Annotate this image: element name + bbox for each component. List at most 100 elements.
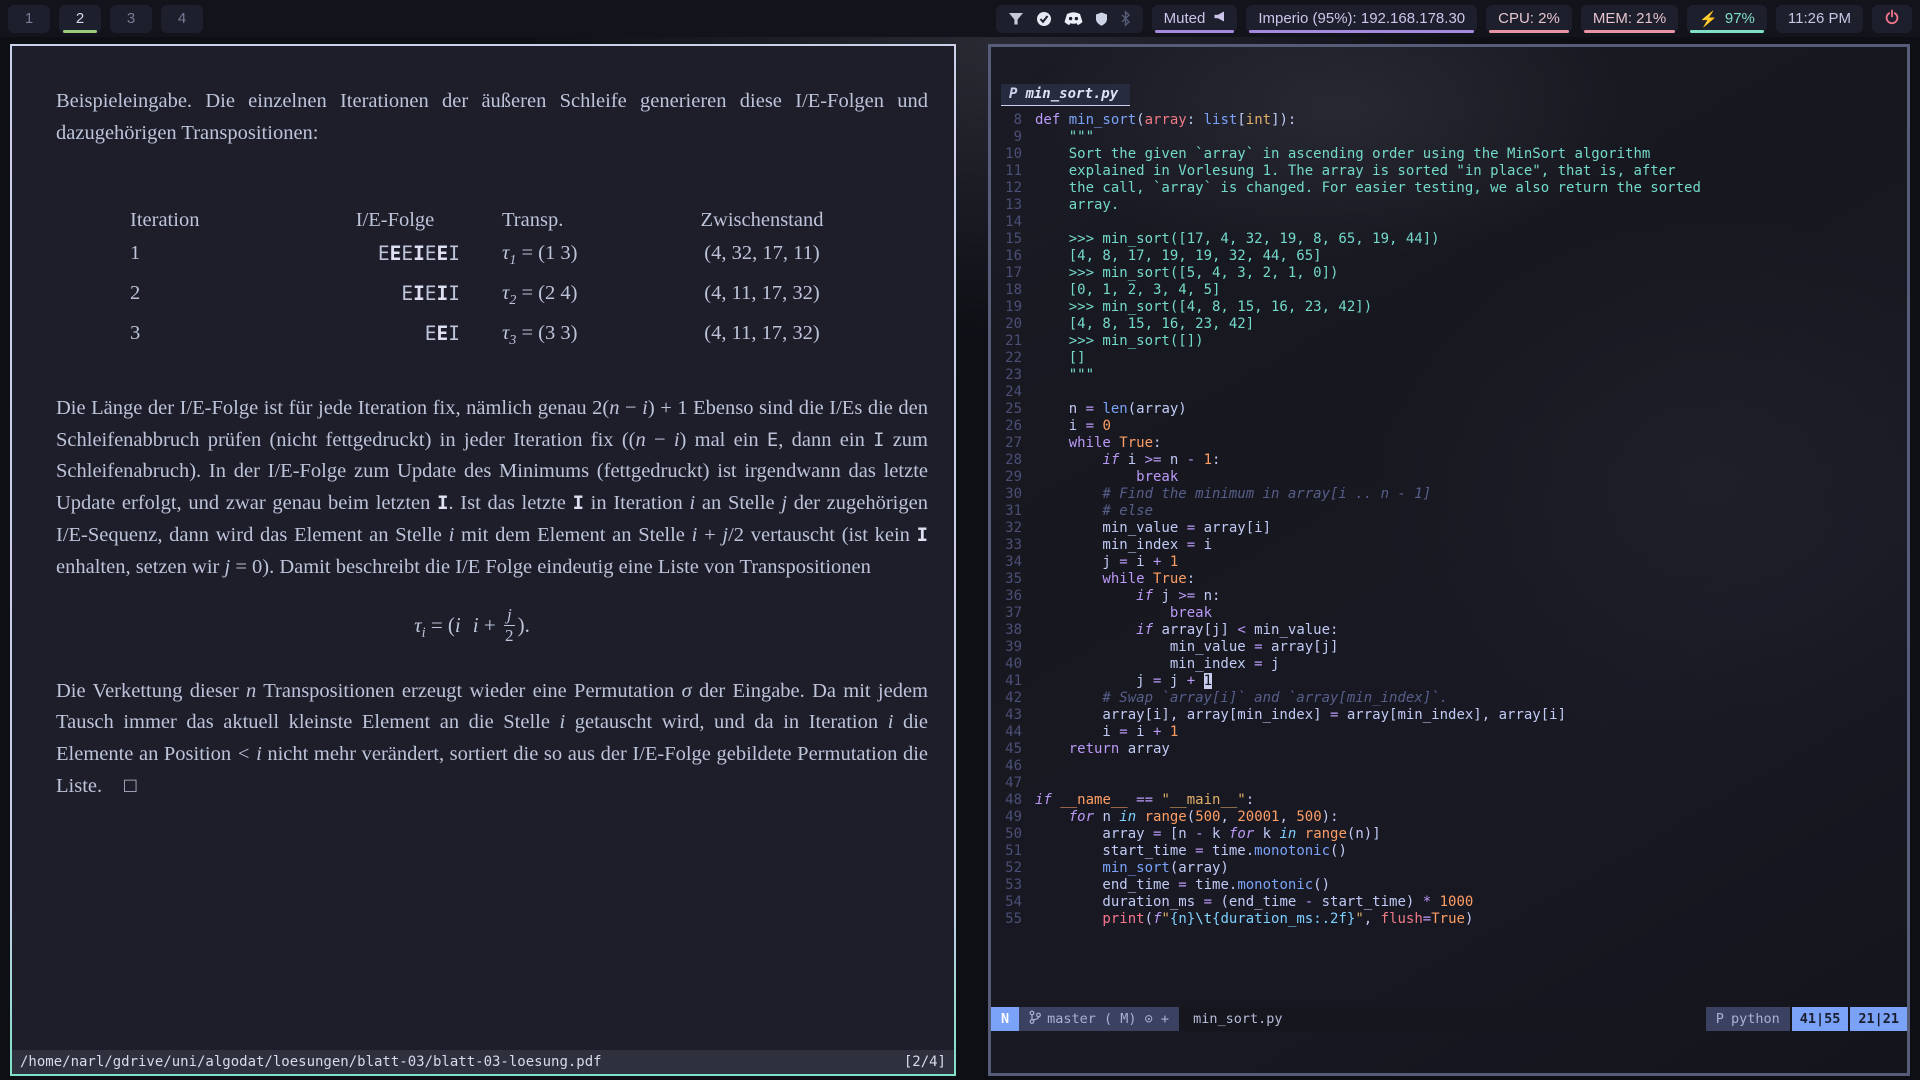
table-row: 3EEIτ3 = (3 3)(4, 11, 17, 32) [130, 317, 928, 357]
line-number: 41 [991, 673, 1035, 690]
code-line[interactable]: 45 return array [991, 741, 1907, 758]
clock-label: 11:26 PM [1788, 10, 1851, 27]
col-header-zwischenstand: Zwischenstand [642, 204, 882, 237]
code-line[interactable]: 21 >>> min_sort([]) [991, 333, 1907, 350]
cursor-line-indicator: 41|55 [1792, 1007, 1849, 1031]
code-line[interactable]: 31 # else [991, 503, 1907, 520]
code-line[interactable]: 36 if j >= n: [991, 588, 1907, 605]
code-line[interactable]: 47 [991, 775, 1907, 792]
vpn-label: Imperio (95%): 192.168.178.30 [1258, 10, 1465, 27]
code-area[interactable]: 8def min_sort(array: list[int]):9 """10 … [991, 109, 1907, 1007]
code-line[interactable]: 24 [991, 384, 1907, 401]
code-line[interactable]: 33 min_index = i [991, 537, 1907, 554]
line-number: 49 [991, 809, 1035, 826]
workspace-2[interactable]: 2 [59, 5, 101, 33]
code-line[interactable]: 37 break [991, 605, 1907, 622]
code-line[interactable]: 41 j = j + 1 [991, 673, 1907, 690]
code-line[interactable]: 35 while True: [991, 571, 1907, 588]
module-underline [1690, 30, 1764, 33]
statusline-filename: min_sort.py [1179, 1011, 1296, 1027]
line-number: 33 [991, 537, 1035, 554]
pdf-page[interactable]: Beispieleingabe. Die einzelnen Iteration… [12, 46, 954, 1050]
code-line[interactable]: 17 >>> min_sort([5, 4, 3, 2, 1, 0]) [991, 265, 1907, 282]
workspace-4[interactable]: 4 [161, 5, 203, 33]
tab-min-sort-py[interactable]: Pmin_sort.py [1001, 84, 1130, 106]
line-number: 14 [991, 214, 1035, 231]
code-line[interactable]: 46 [991, 758, 1907, 775]
check-circle-icon[interactable] [1036, 11, 1052, 27]
code-line[interactable]: 38 if array[j] < min_value: [991, 622, 1907, 639]
memory-module[interactable]: MEM: 21% [1581, 5, 1678, 33]
code-line[interactable]: 39 min_value = array[j] [991, 639, 1907, 656]
discord-icon[interactable] [1064, 11, 1083, 26]
workspace-3[interactable]: 3 [110, 5, 152, 33]
line-number: 15 [991, 231, 1035, 248]
line-number: 18 [991, 282, 1035, 299]
code-line[interactable]: 19 >>> min_sort([4, 8, 15, 16, 23, 42]) [991, 299, 1907, 316]
module-underline [1489, 30, 1569, 33]
volume-module[interactable]: Muted [1152, 5, 1238, 33]
code-line[interactable]: 52 min_sort(array) [991, 860, 1907, 877]
code-line[interactable]: 54 duration_ms = (end_time - start_time)… [991, 894, 1907, 911]
code-line[interactable]: 12 the call, `array` is changed. For eas… [991, 180, 1907, 197]
col-header-iteration: Iteration [130, 204, 330, 237]
code-line[interactable]: 18 [0, 1, 2, 3, 4, 5] [991, 282, 1907, 299]
code-line[interactable]: 20 [4, 8, 15, 16, 23, 42] [991, 316, 1907, 333]
pdf-viewer-window: Beispieleingabe. Die einzelnen Iteration… [10, 44, 956, 1076]
code-line[interactable]: 49 for n in range(500, 20001, 500): [991, 809, 1907, 826]
code-line[interactable]: 55 print(f"{n}\t{duration_ms:.2f}", flus… [991, 911, 1907, 928]
line-number: 13 [991, 197, 1035, 214]
clock-module[interactable]: 11:26 PM [1776, 5, 1863, 33]
code-line[interactable]: 44 i = i + 1 [991, 724, 1907, 741]
funnel-icon[interactable] [1008, 11, 1024, 26]
lightning-icon: ⚡ [1699, 10, 1718, 28]
pdf-paragraph-2: Die Länge der I/E-Folge ist für jede Ite… [56, 393, 928, 584]
line-number: 51 [991, 843, 1035, 860]
code-line[interactable]: 9 """ [991, 129, 1907, 146]
code-line[interactable]: 15 >>> min_sort([17, 4, 32, 19, 8, 65, 1… [991, 231, 1907, 248]
vpn-module[interactable]: Imperio (95%): 192.168.178.30 [1246, 5, 1477, 33]
module-underline [1584, 30, 1675, 33]
code-line[interactable]: 10 Sort the given `array` in ascending o… [991, 146, 1907, 163]
line-number: 24 [991, 384, 1035, 401]
code-line[interactable]: 40 min_index = j [991, 656, 1907, 673]
power-button[interactable] [1872, 5, 1912, 33]
muted-speaker-icon [1212, 10, 1225, 27]
code-line[interactable]: 48if __name__ == "__main__": [991, 792, 1907, 809]
code-line[interactable]: 43 array[i], array[min_index] = array[mi… [991, 707, 1907, 724]
code-line[interactable]: 32 min_value = array[i] [991, 520, 1907, 537]
code-line[interactable]: 30 # Find the minimum in array[i .. n - … [991, 486, 1907, 503]
battery-module[interactable]: ⚡ 97% [1687, 5, 1767, 33]
line-number: 43 [991, 707, 1035, 724]
mem-label: MEM: 21% [1593, 10, 1666, 27]
code-line[interactable]: 11 explained in Vorlesung 1. The array i… [991, 163, 1907, 180]
git-branch-section[interactable]: master ( M) ⊙ + [1019, 1007, 1179, 1031]
code-line[interactable]: 53 end_time = time.monotonic() [991, 877, 1907, 894]
battery-label: 97% [1725, 10, 1755, 27]
col-header-ie-folge: I/E-Folge [330, 204, 460, 237]
line-number: 17 [991, 265, 1035, 282]
shield-icon[interactable] [1095, 12, 1108, 26]
line-number: 36 [991, 588, 1035, 605]
code-line[interactable]: 13 array. [991, 197, 1907, 214]
code-line[interactable]: 51 start_time = time.monotonic() [991, 843, 1907, 860]
workspace-1[interactable]: 1 [8, 5, 50, 33]
code-line[interactable]: 14 [991, 214, 1907, 231]
code-line[interactable]: 42 # Swap `array[i]` and `array[min_inde… [991, 690, 1907, 707]
code-line[interactable]: 16 [4, 8, 17, 19, 19, 32, 44, 65] [991, 248, 1907, 265]
code-line[interactable]: 8def min_sort(array: list[int]): [991, 112, 1907, 129]
code-line[interactable]: 25 n = len(array) [991, 401, 1907, 418]
code-line[interactable]: 27 while True: [991, 435, 1907, 452]
cpu-module[interactable]: CPU: 2% [1486, 5, 1572, 33]
code-line[interactable]: 29 break [991, 469, 1907, 486]
bluetooth-icon[interactable] [1120, 11, 1131, 26]
editor-tabline: Pmin_sort.py [991, 47, 1907, 109]
code-line[interactable]: 28 if i >= n - 1: [991, 452, 1907, 469]
code-line[interactable]: 23 """ [991, 367, 1907, 384]
system-tray[interactable] [996, 5, 1143, 33]
code-line[interactable]: 26 i = 0 [991, 418, 1907, 435]
code-line[interactable]: 50 array = [n - k for k in range(n)] [991, 826, 1907, 843]
code-line[interactable]: 34 j = i + 1 [991, 554, 1907, 571]
code-line[interactable]: 22 [] [991, 350, 1907, 367]
line-number: 46 [991, 758, 1035, 775]
